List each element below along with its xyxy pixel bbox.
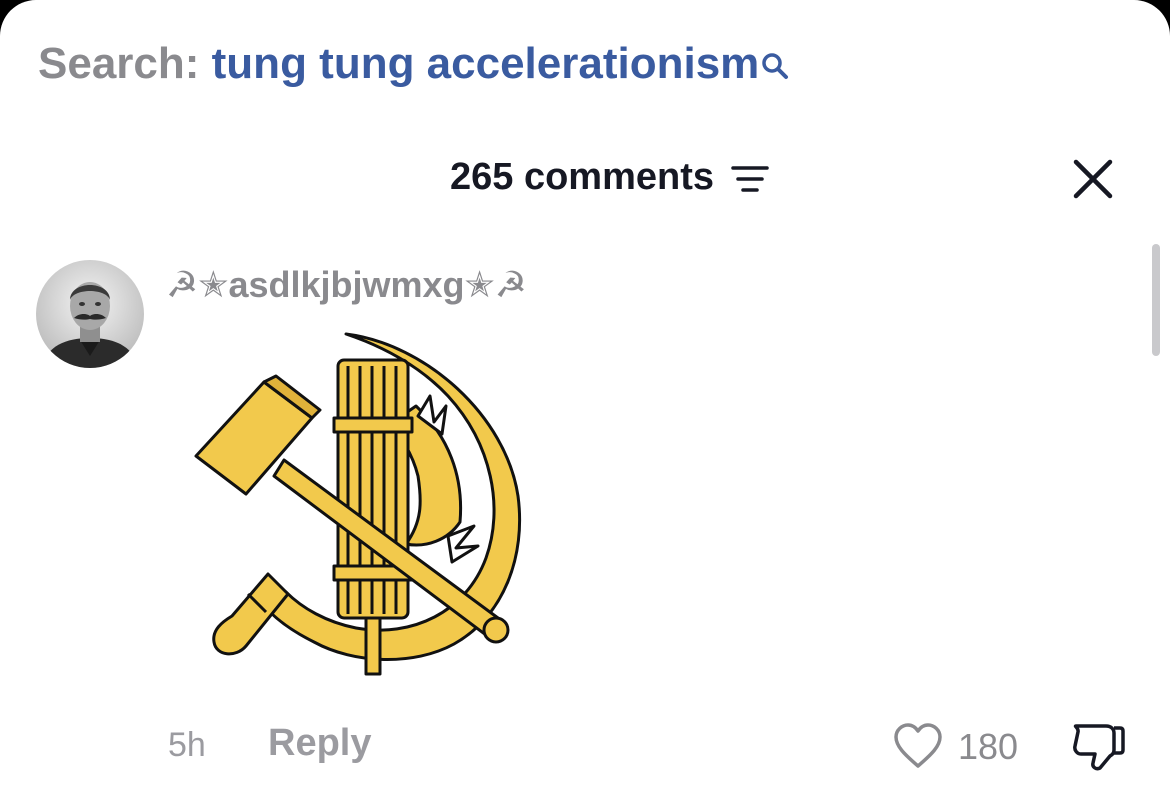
sort-lines-icon[interactable] bbox=[731, 164, 771, 199]
scrollbar[interactable] bbox=[1152, 244, 1160, 356]
reply-button[interactable]: Reply bbox=[268, 722, 371, 765]
comment-username[interactable]: ☭✭asdlkjbjwmxg✭☭ bbox=[166, 264, 527, 306]
comment-time: 5h bbox=[168, 726, 206, 764]
comments-header: 265 comments bbox=[0, 150, 1170, 206]
search-icon[interactable] bbox=[761, 40, 789, 92]
thumbs-down-icon[interactable] bbox=[1070, 720, 1126, 777]
like-count: 180 bbox=[958, 726, 1019, 767]
search-prefix: Search: bbox=[38, 39, 200, 88]
comments-sheet: Search: tung tung accelerationism 265 co… bbox=[0, 0, 1170, 785]
avatar[interactable] bbox=[36, 260, 144, 368]
comment-count: 265 comments bbox=[450, 156, 715, 198]
heart-icon[interactable] bbox=[892, 722, 944, 775]
close-icon[interactable] bbox=[1072, 158, 1114, 205]
search-bar[interactable]: Search: tung tung accelerationism bbox=[38, 38, 789, 92]
emblem-sticker[interactable] bbox=[186, 326, 526, 687]
search-query-link[interactable]: tung tung accelerationism bbox=[212, 39, 760, 88]
